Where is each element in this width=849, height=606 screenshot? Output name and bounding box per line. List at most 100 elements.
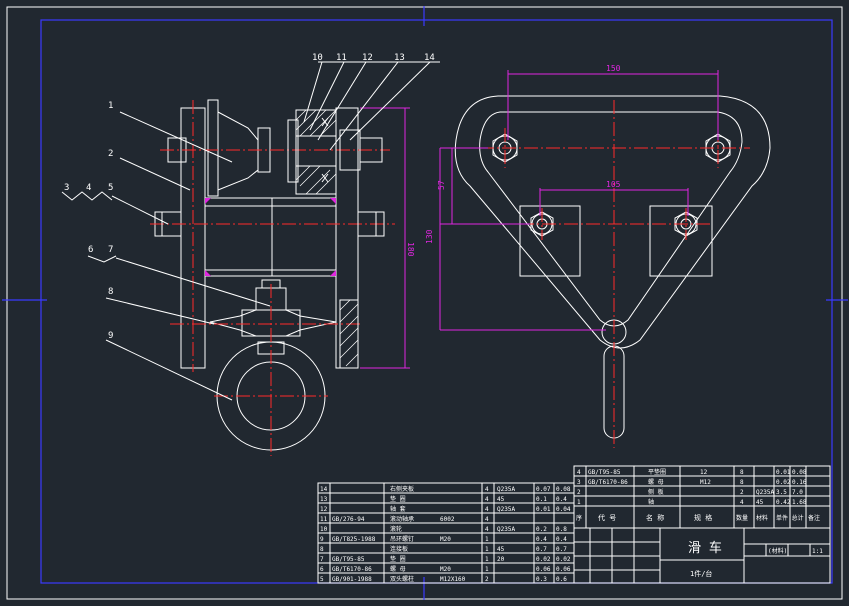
bom-left-qty: 4 <box>485 496 489 503</box>
callout-11: 11 <box>336 53 347 63</box>
bom-right-code: GB/T95-85 <box>588 469 621 476</box>
bom-right-qty: 8 <box>740 479 744 486</box>
bom-right-w2: 0.16 <box>792 479 807 486</box>
bom-right-spec: 12 <box>700 469 708 476</box>
bom-right-w1: 0.42 <box>776 499 791 506</box>
bom-right-mat: Q235A <box>756 489 774 496</box>
bom-left-mat: 45 <box>497 496 505 503</box>
right-side-plate <box>335 107 359 369</box>
bom-right-w1: 3.5 <box>776 489 787 496</box>
callout-4: 4 <box>86 183 91 193</box>
callout-3: 3 <box>64 183 69 193</box>
bom-left-w2: 0.08 <box>556 486 571 493</box>
bom-left-name: 连接板 <box>390 545 408 553</box>
bom-left-mat: Q235A <box>497 506 515 513</box>
hdr-no: 序 <box>576 514 582 522</box>
bom-right-w2: 1.68 <box>792 499 807 506</box>
hdr-mat: 材料 <box>756 514 768 522</box>
bom-left-qty: 4 <box>485 506 489 513</box>
bom-left-code: GB/901-1988 <box>332 576 372 583</box>
bom-left-no: 13 <box>320 496 328 503</box>
bom-right-spec: M12 <box>700 479 711 486</box>
bom-left-w1: 0.07 <box>536 486 551 493</box>
bom-left-w1: 0.02 <box>536 556 551 563</box>
bom-left-w1: 0.4 <box>536 536 547 543</box>
cad-drawing: 180 1 2 3 4 5 6 7 8 9 10 11 12 13 14 150… <box>2 6 848 600</box>
bom-left-mat: Q235A <box>497 486 515 493</box>
bom-right-name: 轴 <box>648 498 654 506</box>
bom-right-w2: 0.08 <box>792 469 807 476</box>
bom-left-no: 5 <box>320 576 324 583</box>
bom-left-spec: M12X160 <box>440 576 466 583</box>
bom-left-w1: 0.01 <box>536 506 551 513</box>
bom-left-spec: M20 <box>440 536 451 543</box>
callout-1: 1 <box>108 101 113 111</box>
bom-right-code: GB/T6170-86 <box>588 479 628 486</box>
dim-height-130: 130 <box>425 229 434 244</box>
bom-left-w1: 0.06 <box>536 566 551 573</box>
drawing-subtitle: 1件/台 <box>690 569 712 578</box>
bom-left-code: GB/276-94 <box>332 516 365 523</box>
bom-left-no: 14 <box>320 486 328 493</box>
bom-left-w2: 0.02 <box>556 556 571 563</box>
bom-left-no: 7 <box>320 556 324 563</box>
hdr-code: 代 号 <box>598 513 616 522</box>
bom-left-qty: 1 <box>485 566 489 573</box>
bom-left-name: 滚轮 <box>390 525 402 533</box>
callout-5: 5 <box>108 183 113 193</box>
callout-14: 14 <box>424 53 435 63</box>
front-view: 180 <box>150 99 415 456</box>
bom-left-no: 9 <box>320 536 324 543</box>
inner-frame <box>40 19 833 584</box>
callout-2: 2 <box>108 149 113 159</box>
callout-6: 6 <box>88 245 93 255</box>
bom-left-w1: 0.7 <box>536 546 547 553</box>
bom-right-name: 侧 板 <box>648 488 664 496</box>
bom-left-qty: 2 <box>485 576 489 583</box>
bom-left-name: 螺 母 <box>390 565 406 573</box>
bom-left-name: 垫 圈 <box>390 495 406 503</box>
bom-left-name: 吊环螺钉 <box>390 535 414 543</box>
hdr-qty: 数量 <box>736 514 748 522</box>
bom-right-no: 4 <box>577 469 581 476</box>
dim-height-57: 57 <box>437 180 446 190</box>
bom-right-w2: 7.0 <box>792 489 803 496</box>
drawing-title: 滑 车 <box>688 540 722 556</box>
bom-left-w2: 0.06 <box>556 566 571 573</box>
bom-left-w2: 0.6 <box>556 576 567 583</box>
bom-left-code: GB/T95-85 <box>332 556 365 563</box>
dim-inner-width: 105 <box>606 180 621 189</box>
bom-left-qty: 1 <box>485 546 489 553</box>
bom-right-w1: 0.01 <box>776 469 791 476</box>
callout-9: 9 <box>108 331 113 341</box>
bom-right-qty: 2 <box>740 489 744 496</box>
bom-right-no: 3 <box>577 479 581 486</box>
bom-left-no: 12 <box>320 506 328 513</box>
bom-left-w1: 0.2 <box>536 526 547 533</box>
callout-13: 13 <box>394 53 405 63</box>
bom-left-name: 垫 圈 <box>390 555 406 563</box>
bom-left-mat: Q235A <box>497 526 515 533</box>
bom-left-w2: 0.8 <box>556 526 567 533</box>
hdr-note: 备注 <box>808 514 820 522</box>
bom-left-w2: 0.4 <box>556 536 567 543</box>
bom-left-name: 双头螺柱 <box>390 575 414 583</box>
hdr-weight: 单件 总计 <box>776 514 804 522</box>
title-block: 14 右侧夹板 4 Q235A 0.07 0.0813 垫 圈 4 45 0.1 0.412 轴 套4… <box>317 465 831 584</box>
bom-left-spec: 6002 <box>440 516 455 523</box>
callout-12: 12 <box>362 53 373 63</box>
dim-total-height: 180 <box>406 242 415 257</box>
bom-left-qty: 1 <box>485 536 489 543</box>
bom-left-no: 8 <box>320 546 324 553</box>
callout-10: 10 <box>312 53 323 63</box>
bom-left-code: GB/T6170-86 <box>332 566 372 573</box>
hdr-name: 名 称 <box>646 513 664 522</box>
bom-left-mat: 45 <box>497 546 505 553</box>
bom-right-w1: 0.02 <box>776 479 791 486</box>
callouts: 1 2 3 4 5 6 7 8 9 10 11 12 13 14 <box>61 53 440 401</box>
bom-left-no: 10 <box>320 526 328 533</box>
drawing-scale: 1:1 <box>812 548 823 555</box>
bom-left-w2: 0.7 <box>556 546 567 553</box>
side-view: 150 105 57 130 <box>425 64 771 448</box>
bom-right-name: 平垫圈 <box>648 468 666 476</box>
